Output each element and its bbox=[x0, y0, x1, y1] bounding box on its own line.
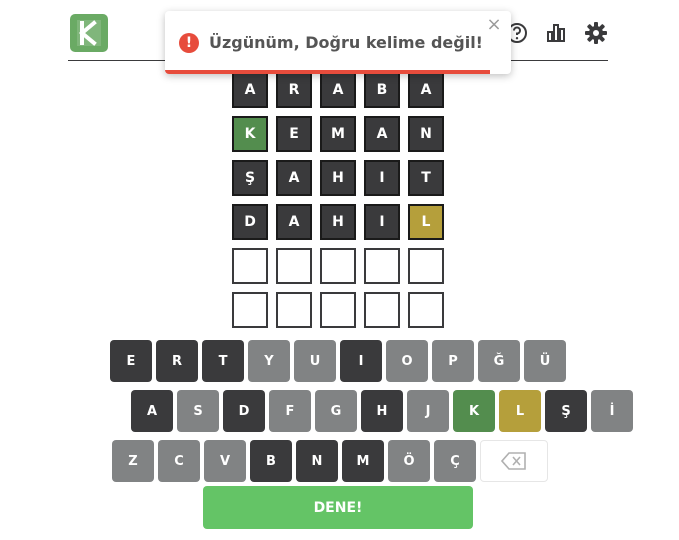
board-tile bbox=[232, 292, 268, 328]
backspace-key[interactable] bbox=[480, 440, 548, 482]
backspace-icon bbox=[501, 452, 526, 470]
keyboard-key[interactable]: B bbox=[250, 440, 292, 482]
toast-message: Üzgünüm, Doğru kelime değil! bbox=[209, 33, 483, 52]
board-tile: H bbox=[320, 160, 356, 196]
keyboard-key[interactable]: D bbox=[223, 390, 265, 432]
board-tile: A bbox=[320, 72, 356, 108]
keyboard-key[interactable]: K bbox=[453, 390, 495, 432]
keyboard-key[interactable]: R bbox=[156, 340, 198, 382]
keyboard-row-2: ASDFGHJKLŞİ bbox=[131, 390, 637, 432]
keyboard-key[interactable]: Y bbox=[248, 340, 290, 382]
board-tile: H bbox=[320, 204, 356, 240]
keyboard-key[interactable]: T bbox=[202, 340, 244, 382]
keyboard-key[interactable]: Z bbox=[112, 440, 154, 482]
keyboard-key[interactable]: A bbox=[131, 390, 173, 432]
board-tile: M bbox=[320, 116, 356, 152]
board-tile bbox=[408, 248, 444, 284]
board-tile: A bbox=[276, 204, 312, 240]
board-tile: R bbox=[276, 72, 312, 108]
keyboard-key[interactable]: S bbox=[177, 390, 219, 432]
board-tile: I bbox=[364, 204, 400, 240]
keyboard-key[interactable]: V bbox=[204, 440, 246, 482]
board-tile: N bbox=[408, 116, 444, 152]
board-tile bbox=[364, 248, 400, 284]
board-tile: B bbox=[364, 72, 400, 108]
keyboard-key[interactable]: J bbox=[407, 390, 449, 432]
board-tile: E bbox=[276, 116, 312, 152]
k-logo-icon[interactable] bbox=[70, 14, 108, 52]
board-tile bbox=[320, 292, 356, 328]
board-tile bbox=[320, 248, 356, 284]
keyboard-key[interactable]: E bbox=[110, 340, 152, 382]
board-tile bbox=[276, 248, 312, 284]
board-tile: T bbox=[408, 160, 444, 196]
keyboard-key[interactable]: C bbox=[158, 440, 200, 482]
keyboard-key[interactable]: M bbox=[342, 440, 384, 482]
keyboard-key[interactable]: İ bbox=[591, 390, 633, 432]
keyboard-key[interactable]: Ğ bbox=[478, 340, 520, 382]
board-tile: A bbox=[232, 72, 268, 108]
keyboard-key[interactable]: L bbox=[499, 390, 541, 432]
board-tile: L bbox=[408, 204, 444, 240]
board-tile bbox=[364, 292, 400, 328]
board-tile: D bbox=[232, 204, 268, 240]
board-tile: K bbox=[232, 116, 268, 152]
error-toast: ! Üzgünüm, Doğru kelime değil! × bbox=[165, 11, 511, 74]
keyboard-key[interactable]: H bbox=[361, 390, 403, 432]
exclamation-icon: ! bbox=[179, 33, 199, 53]
keyboard-key[interactable]: G bbox=[315, 390, 357, 432]
keyboard-key[interactable]: N bbox=[296, 440, 338, 482]
keyboard-row-3: ZCVBNMÖÇ bbox=[112, 440, 552, 482]
settings-icon[interactable] bbox=[583, 20, 609, 46]
close-icon[interactable]: × bbox=[486, 16, 502, 34]
board-tile: A bbox=[276, 160, 312, 196]
keyboard-key[interactable]: I bbox=[340, 340, 382, 382]
keyboard-key[interactable]: U bbox=[294, 340, 336, 382]
board-tile: A bbox=[408, 72, 444, 108]
keyboard-row-1: ERTYUIOPĞÜ bbox=[110, 340, 570, 382]
stats-icon[interactable] bbox=[543, 20, 569, 46]
board-tile: I bbox=[364, 160, 400, 196]
board-tile bbox=[408, 292, 444, 328]
board-tile bbox=[232, 248, 268, 284]
keyboard-key[interactable]: Ö bbox=[388, 440, 430, 482]
keyboard-key[interactable]: Ç bbox=[434, 440, 476, 482]
submit-button[interactable]: DENE! bbox=[203, 486, 473, 529]
board-tile bbox=[276, 292, 312, 328]
keyboard-key[interactable]: O bbox=[386, 340, 428, 382]
keyboard-key[interactable]: F bbox=[269, 390, 311, 432]
keyboard-key[interactable]: Ü bbox=[524, 340, 566, 382]
board-tile: Ş bbox=[232, 160, 268, 196]
board-tile: A bbox=[364, 116, 400, 152]
toast-progress-bar bbox=[165, 70, 491, 74]
keyboard-key[interactable]: Ş bbox=[545, 390, 587, 432]
game-board: ARABAKEMANŞAHITDAHIL bbox=[232, 72, 444, 328]
keyboard-key[interactable]: P bbox=[432, 340, 474, 382]
